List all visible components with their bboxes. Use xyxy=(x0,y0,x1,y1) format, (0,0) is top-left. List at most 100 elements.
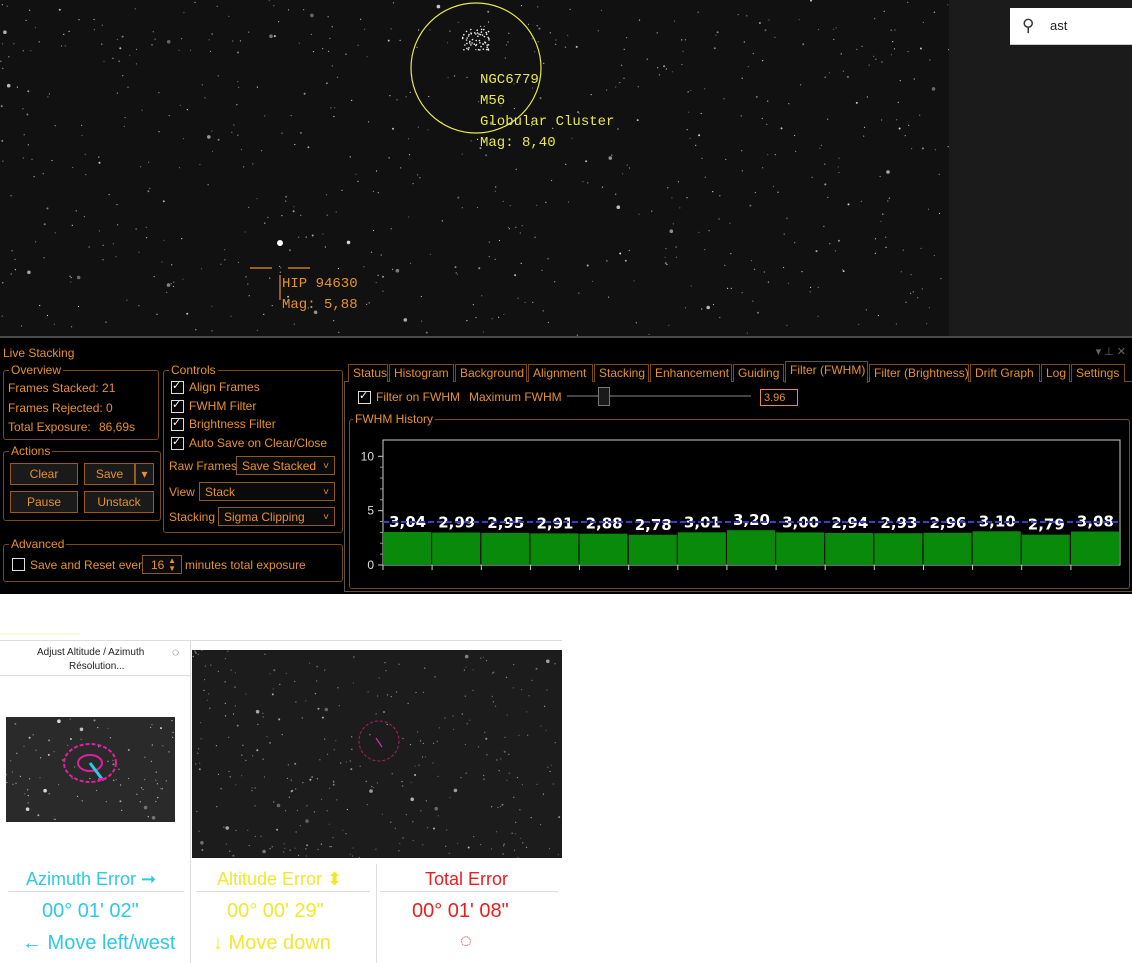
star xyxy=(549,770,551,773)
search-input[interactable]: ast xyxy=(1050,18,1067,33)
pause-button[interactable]: Pause xyxy=(10,491,78,513)
stepper-arrows-icon[interactable]: ▲ ▼ xyxy=(168,557,176,573)
star xyxy=(528,695,530,697)
tab-background[interactable]: Background xyxy=(455,364,527,382)
chevron-down-icon: ˅ xyxy=(323,487,329,498)
align-frames-checkbox[interactable] xyxy=(171,379,184,394)
bar xyxy=(579,533,628,565)
window-controls[interactable]: ▾ ⊥ ✕ xyxy=(1096,345,1126,358)
bar xyxy=(825,533,874,565)
tab-filter-brightness[interactable]: Filter (Brightness) xyxy=(869,364,969,382)
star xyxy=(438,727,440,729)
star xyxy=(12,783,14,785)
star xyxy=(375,848,377,850)
star xyxy=(477,746,480,748)
search-box[interactable]: ⚲ ast xyxy=(1010,8,1132,45)
fwhm-filter-checkbox[interactable] xyxy=(171,398,184,413)
star xyxy=(311,776,314,778)
star xyxy=(511,832,513,834)
view-select[interactable]: Stack ˅ xyxy=(199,482,335,501)
star xyxy=(262,758,264,760)
target-line: Globular Cluster xyxy=(480,114,615,130)
tab-guiding[interactable]: Guiding xyxy=(733,364,784,382)
star xyxy=(74,766,76,768)
star xyxy=(483,778,485,780)
star xyxy=(469,719,471,721)
save-reset-checkbox[interactable] xyxy=(12,558,25,571)
star xyxy=(200,738,202,740)
star xyxy=(503,843,505,845)
star xyxy=(215,745,217,747)
save-button[interactable]: Save xyxy=(84,463,135,485)
star xyxy=(144,779,146,781)
max-fwhm-slider-thumb[interactable] xyxy=(598,387,610,406)
star xyxy=(15,782,17,784)
star xyxy=(229,850,231,852)
brightness-filter-checkbox[interactable] xyxy=(171,416,184,431)
star xyxy=(485,660,488,662)
tab-filter-fwhm[interactable]: Filter (FWHM) xyxy=(785,361,868,383)
star xyxy=(201,849,204,851)
star xyxy=(350,768,353,771)
clear-button[interactable]: Clear xyxy=(10,463,78,485)
tab-status[interactable]: Status xyxy=(348,364,388,382)
star xyxy=(139,801,141,803)
tab-log[interactable]: Log xyxy=(1041,364,1070,382)
tab-histogram[interactable]: Histogram xyxy=(389,364,454,382)
max-fwhm-input[interactable]: 3.96 xyxy=(760,389,798,406)
star xyxy=(241,775,243,777)
star xyxy=(262,849,266,854)
raw-frames-select[interactable]: Save Stacked ˅ xyxy=(236,456,335,475)
star xyxy=(279,683,281,685)
star xyxy=(25,807,30,811)
star xyxy=(444,717,446,719)
tab-drift-graph[interactable]: Drift Graph xyxy=(970,364,1040,382)
star xyxy=(375,713,377,715)
star xyxy=(151,816,156,820)
star xyxy=(498,770,500,772)
star xyxy=(535,667,538,670)
y-tick-label: 5 xyxy=(367,504,374,518)
star xyxy=(557,854,559,856)
save-dropdown-button[interactable]: ▾ xyxy=(135,463,154,485)
star xyxy=(273,669,276,672)
star xyxy=(409,744,412,746)
star xyxy=(228,736,230,738)
star xyxy=(542,793,544,795)
unstack-button[interactable]: Unstack xyxy=(84,491,154,513)
star xyxy=(107,727,109,729)
star xyxy=(29,778,31,780)
star xyxy=(424,756,427,758)
star xyxy=(506,779,508,781)
bar xyxy=(432,532,481,565)
tab-enhancement[interactable]: Enhancement xyxy=(650,364,732,382)
max-fwhm-slider-track[interactable] xyxy=(567,395,751,397)
filter-on-fwhm-checkbox[interactable] xyxy=(358,389,371,404)
star xyxy=(536,783,538,785)
star xyxy=(288,796,290,798)
minutes-stepper[interactable]: 16 ▲ ▼ xyxy=(142,555,182,574)
tab-settings[interactable]: Settings xyxy=(1071,364,1125,382)
star xyxy=(81,800,83,802)
bar xyxy=(972,531,1021,565)
star xyxy=(298,854,300,856)
star xyxy=(501,803,504,806)
star xyxy=(386,723,388,726)
divider xyxy=(380,891,558,892)
star xyxy=(324,707,329,712)
star xyxy=(326,810,328,812)
tab-stacking[interactable]: Stacking xyxy=(594,364,649,382)
star xyxy=(290,779,292,781)
star xyxy=(497,806,499,809)
star xyxy=(519,809,521,811)
save-reset-label: Save and Reset every xyxy=(30,558,149,572)
star xyxy=(313,811,315,813)
auto-save-checkbox[interactable] xyxy=(171,435,184,450)
star xyxy=(484,731,486,733)
star xyxy=(383,711,385,713)
tab-alignment[interactable]: Alignment xyxy=(528,364,593,382)
max-fwhm-label: Maximum FWHM xyxy=(469,390,562,404)
divider xyxy=(190,641,191,863)
stacking-select[interactable]: Sigma Clipping ˅ xyxy=(218,507,335,526)
star xyxy=(333,749,335,751)
